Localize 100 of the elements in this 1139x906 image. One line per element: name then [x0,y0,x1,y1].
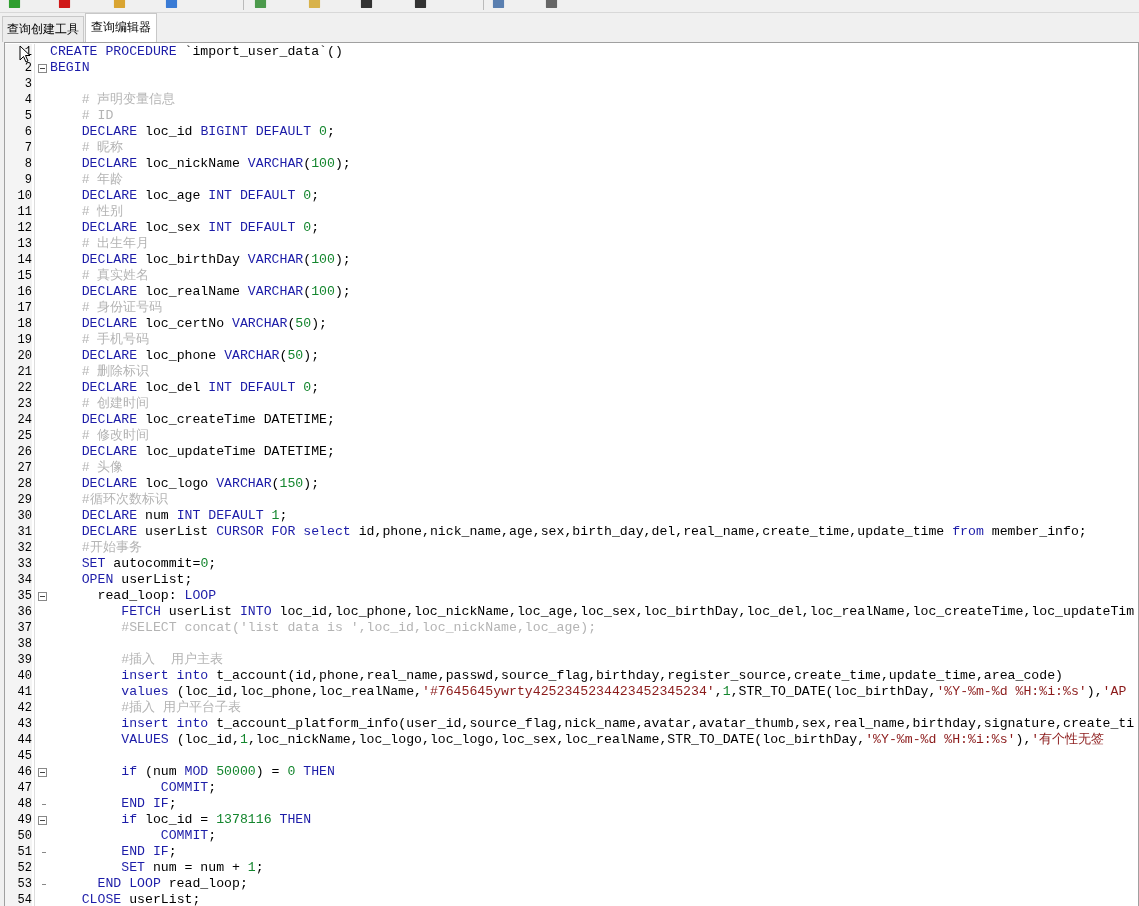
line-number: 8 [5,156,32,172]
code-line: DECLARE loc_nickName VARCHAR(100); [80,156,351,172]
code-line: FETCH userList INTO loc_id,loc_phone,loc_nickName,loc_age,loc_sex,loc_birthDay,loc_del,loc_realName,loc_createTime,loc_updateTim [120,604,1135,620]
line-number: 43 [5,716,32,732]
line-number: 44 [5,732,32,748]
code-line: # 删除标识 [80,364,150,380]
line-number: 52 [5,860,32,876]
line-number: 13 [5,236,32,252]
code-line: # 头像 [80,460,124,476]
code-line: DECLARE num INT DEFAULT 1; [80,508,288,524]
code-line: CREATE PROCEDURE `import_user_data`() [50,44,343,60]
line-number: 49 [5,812,32,828]
line-number: 16 [5,284,32,300]
line-number: 45 [5,748,32,764]
line-number: 31 [5,524,32,540]
code-line: # 真实姓名 [80,268,150,284]
code-line: DECLARE loc_certNo VARCHAR(50); [80,316,327,332]
code-line: # ID [80,108,114,124]
collapse-icon[interactable] [37,767,47,777]
line-number: 22 [5,380,32,396]
line-number: 10 [5,188,32,204]
line-number: 28 [5,476,32,492]
code-line: END IF; [120,844,177,860]
line-number: 20 [5,348,32,364]
line-number: 54 [5,892,32,906]
code-line: DECLARE loc_createTime DATETIME; [80,412,335,428]
line-number: 24 [5,412,32,428]
line-number: 15 [5,268,32,284]
line-number: 3 [5,76,32,92]
line-number: 30 [5,508,32,524]
code-line: DECLARE loc_phone VARCHAR(50); [80,348,320,364]
collapse-icon[interactable] [37,63,47,73]
code-line: #插入 用户平台子表 [120,700,242,716]
code-line: COMMIT; [159,780,217,796]
line-number: 48 [5,796,32,812]
line-number: 2 [5,60,32,76]
code-line: #开始事务 [80,540,142,556]
code-line: VALUES (loc_id,1,loc_nickName,loc_logo,loc_logo,loc_sex,loc_realName,STR_TO_DATE(loc_birthDay,'%Y-%m-%d %H:%i:%s'),'有个性无签 [120,732,1105,748]
tab[interactable]: 查询编辑器 [85,13,157,42]
code-line: DECLARE userList CURSOR FOR select id,phone,nick_name,age,sex,birth_day,del,real_name,create_time,update_time from member_info; [80,524,1087,540]
code-line: values (loc_id,loc_phone,loc_realName,'#7645645ywrty4252345234423452345234',1,STR_TO_DATE(loc_birthDay,'%Y-%m-%d %H:%i:%s'),'AP [120,684,1127,700]
line-number: 6 [5,124,32,140]
line-number: 5 [5,108,32,124]
code-line: # 性别 [80,204,124,220]
code-line: # 修改时间 [80,428,150,444]
line-number: 32 [5,540,32,556]
code-line: # 身份证号码 [80,300,163,316]
code-line: DECLARE loc_age INT DEFAULT 0; [80,188,320,204]
line-number: 33 [5,556,32,572]
code-line: OPEN userList; [80,572,193,588]
line-number: 18 [5,316,32,332]
code-line: END LOOP read_loop; [96,876,248,892]
line-number: 38 [5,636,32,652]
line-number: 4 [5,92,32,108]
code-line: # 年龄 [80,172,124,188]
line-number: 46 [5,764,32,780]
line-number: 39 [5,652,32,668]
collapse-icon[interactable] [37,815,47,825]
line-number: 47 [5,780,32,796]
code-line: if loc_id = 1378116 THEN [120,812,312,828]
code-line: # 创建时间 [80,396,150,412]
code-line: if (num MOD 50000) = 0 THEN [120,764,335,780]
code-line: #插入 用户主表 [120,652,223,668]
line-number: 27 [5,460,32,476]
line-number: 21 [5,364,32,380]
code-line: #SELECT concat('list data is ',loc_id,loc_nickName,loc_age); [120,620,597,636]
line-number: 17 [5,300,32,316]
line-number: 35 [5,588,32,604]
line-number: 51 [5,844,32,860]
line-number: 12 [5,220,32,236]
code-line: DECLARE loc_realName VARCHAR(100); [80,284,351,300]
line-number: 11 [5,204,32,220]
code-line: SET num = num + 1; [120,860,264,876]
code-line: # 手机号码 [80,332,150,348]
code-line: read_loop: LOOP [96,588,217,604]
line-number: 41 [5,684,32,700]
code-line: DECLARE loc_logo VARCHAR(150); [80,476,320,492]
code-line: SET autocommit=0; [80,556,217,572]
line-number: 7 [5,140,32,156]
code-line: insert into t_account_platform_info(user_id,source_flag,nick_name,avatar,avatar_thumb,sex,real_name,birthday,signature,create_ti [120,716,1135,732]
code-line: DECLARE loc_del INT DEFAULT 0; [80,380,320,396]
line-number: 37 [5,620,32,636]
line-number: 29 [5,492,32,508]
code-line: COMMIT; [159,828,217,844]
line-number: 36 [5,604,32,620]
line-number: 53 [5,876,32,892]
line-number: 50 [5,828,32,844]
line-number: 23 [5,396,32,412]
collapse-icon[interactable] [37,591,47,601]
code-line: END IF; [120,796,177,812]
code-line: DECLARE loc_sex INT DEFAULT 0; [80,220,320,236]
tab[interactable]: 查询创建工具 [2,16,84,42]
code-line: # 声明变量信息 [80,92,176,108]
line-number: 19 [5,332,32,348]
line-number: 40 [5,668,32,684]
line-number: 9 [5,172,32,188]
line-number: 26 [5,444,32,460]
code-line: CLOSE userList; [80,892,201,906]
code-line: DECLARE loc_birthDay VARCHAR(100); [80,252,351,268]
code-line: # 出生年月 [80,236,150,252]
